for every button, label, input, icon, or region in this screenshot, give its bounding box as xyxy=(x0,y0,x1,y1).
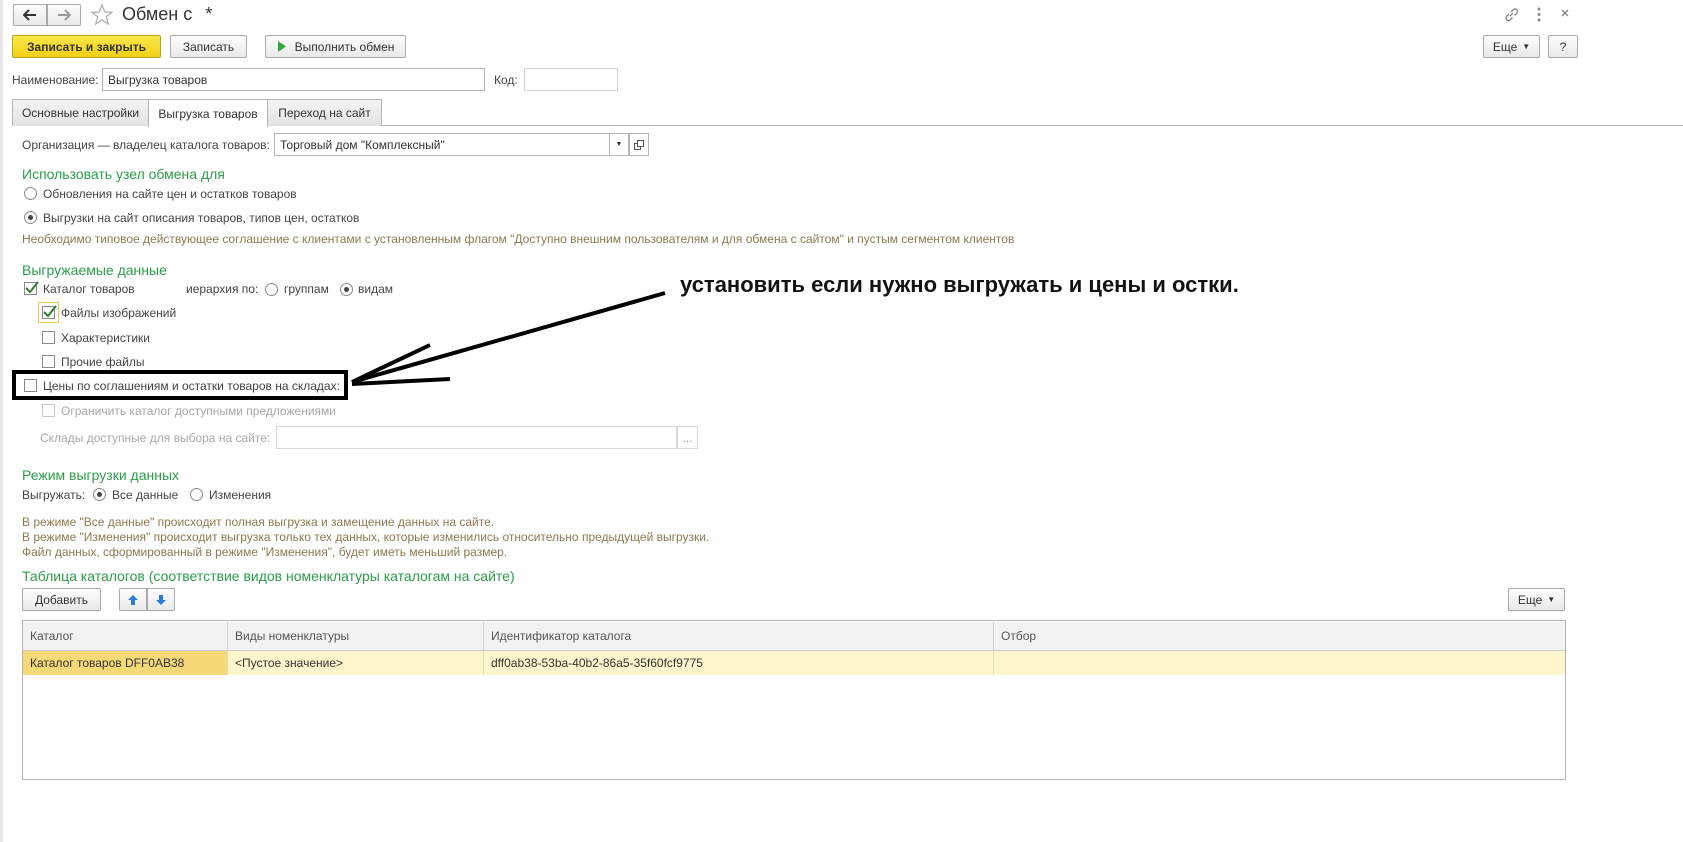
cell-filter[interactable] xyxy=(994,651,1565,675)
arrow-down-icon xyxy=(156,594,166,605)
mode-note-2: В режиме "Изменения" происходит выгрузка… xyxy=(22,530,710,544)
radio-mode-all[interactable] xyxy=(93,488,106,501)
col-header-catalog[interactable]: Каталог xyxy=(23,622,228,650)
cell-kinds[interactable]: <Пустое значение> xyxy=(228,651,484,675)
mode-label: Выгружать: xyxy=(22,488,86,502)
col-header-kinds[interactable]: Виды номенклатуры xyxy=(228,622,484,650)
catalogs-title: Таблица каталогов (соответствие видов но… xyxy=(22,568,515,584)
table-more-label: Еще xyxy=(1517,592,1543,607)
mode-changes-label: Изменения xyxy=(209,488,272,502)
arrow-up-icon xyxy=(128,594,138,605)
tab-goods-export[interactable]: Выгрузка товаров xyxy=(148,99,268,127)
mode-note-3: Файл данных, сформированный в режиме "Из… xyxy=(22,545,508,559)
cell-id[interactable]: dff0ab38-53ba-40b2-86a5-35f60fcf9775 xyxy=(484,651,994,675)
move-up-button[interactable] xyxy=(119,588,147,611)
cell-catalog[interactable]: Каталог товаров DFF0AB38 xyxy=(23,651,228,675)
radio-mode-changes[interactable] xyxy=(190,488,203,501)
table-more-button[interactable]: Еще ▼ xyxy=(1508,588,1565,611)
mode-note-1: В режиме "Все данные" происходит полная … xyxy=(22,515,495,529)
dropdown-arrow-icon: ▼ xyxy=(1547,595,1556,604)
move-down-button[interactable] xyxy=(147,588,175,611)
col-header-id[interactable]: Идентификатор каталога xyxy=(484,622,994,650)
col-header-filter[interactable]: Отбор xyxy=(994,622,1565,650)
add-button[interactable]: Добавить xyxy=(22,588,101,611)
mode-all-label: Все данные xyxy=(112,488,179,502)
mode-title: Режим выгрузки данных xyxy=(22,467,180,483)
